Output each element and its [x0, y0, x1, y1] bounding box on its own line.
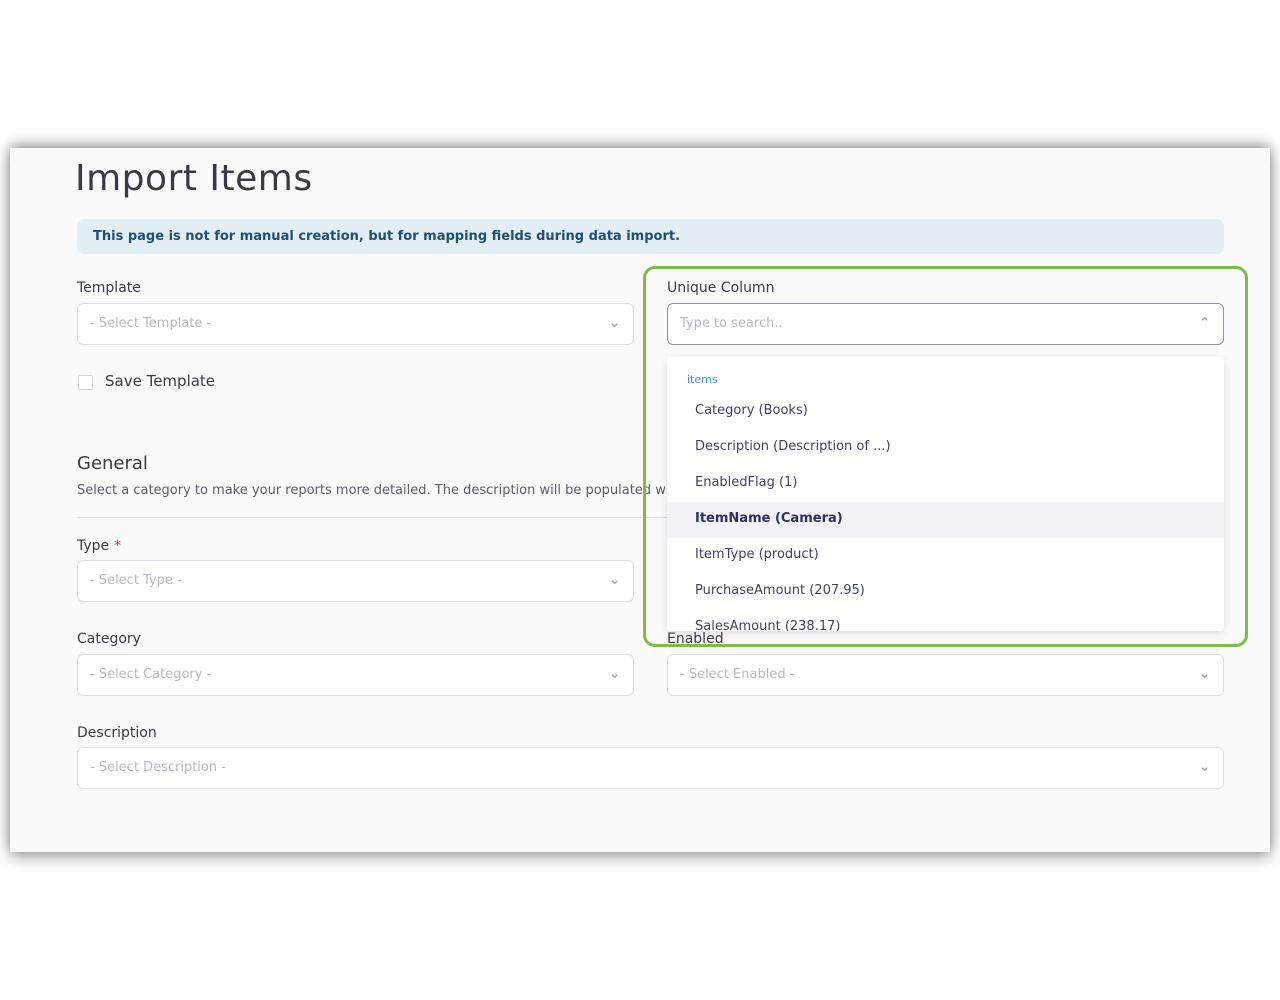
template-select[interactable]: - Select Template - ⌄ — [77, 303, 634, 345]
description-select[interactable]: - Select Description - ⌄ — [77, 747, 1224, 789]
general-section-description: Select a category to make your reports m… — [77, 483, 667, 498]
description-select-value: - Select Description - — [90, 760, 226, 775]
chevron-down-icon: ⌄ — [608, 313, 621, 331]
info-alert-text: This page is not for manual creation, bu… — [93, 229, 681, 244]
chevron-down-icon: ⌄ — [608, 570, 621, 588]
section-divider — [77, 517, 667, 518]
page-title: Import Items — [75, 158, 313, 199]
type-select[interactable]: - Select Type - ⌄ — [77, 560, 634, 602]
enabled-select[interactable]: - Select Enabled - ⌄ — [667, 654, 1224, 696]
type-label-text: Type — [77, 538, 110, 554]
info-alert: This page is not for manual creation, bu… — [77, 219, 1224, 254]
unique-column-highlight — [643, 266, 1248, 647]
type-select-value: - Select Type - — [90, 573, 182, 588]
template-select-value: - Select Template - — [90, 316, 212, 331]
template-label: Template — [77, 280, 141, 296]
chevron-down-icon: ⌄ — [1198, 757, 1211, 775]
chevron-down-icon: ⌄ — [1198, 664, 1211, 682]
enabled-select-value: - Select Enabled - — [680, 667, 795, 682]
general-section-title: General — [77, 453, 148, 474]
category-select-value: - Select Category - — [90, 667, 212, 682]
chevron-down-icon: ⌄ — [608, 664, 621, 682]
description-label: Description — [77, 725, 157, 741]
type-label: Type * — [77, 538, 121, 554]
required-mark: * — [114, 538, 122, 554]
import-items-card: Import Items This page is not for manual… — [10, 148, 1270, 852]
save-template-label[interactable]: Save Template — [105, 372, 215, 390]
category-select[interactable]: - Select Category - ⌄ — [77, 654, 634, 696]
save-template-checkbox[interactable] — [78, 375, 93, 390]
category-label: Category — [77, 631, 141, 647]
